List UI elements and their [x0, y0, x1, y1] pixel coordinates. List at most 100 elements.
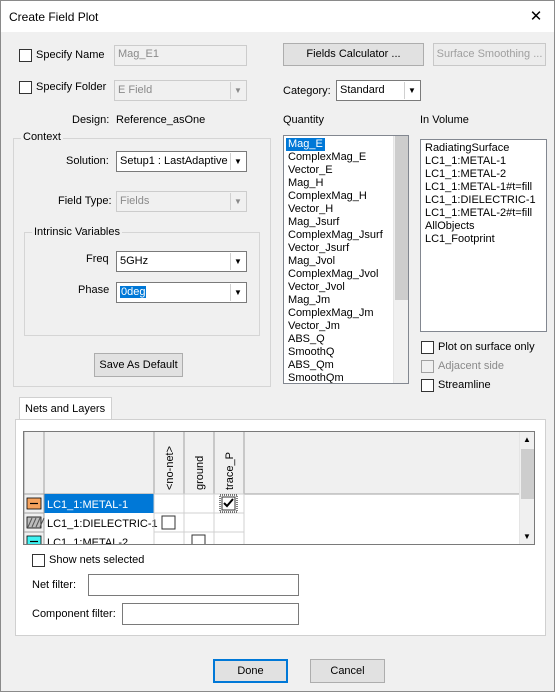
- grid-checkbox[interactable]: [191, 534, 206, 544]
- net-filter-label: Net filter:: [32, 579, 77, 591]
- close-icon[interactable]: ✕: [521, 4, 551, 30]
- nets-scrollbar[interactable]: ▲ ▼: [519, 432, 534, 544]
- nets-grid-canvas: <no-net> ground trace_P LC1_1:METAL-1 LC1_1:…: [24, 432, 520, 544]
- quantity-item[interactable]: Vector_H: [286, 203, 335, 216]
- grid-header-bg: [24, 432, 520, 494]
- quantity-item[interactable]: ComplexMag_Jm: [286, 307, 376, 320]
- scroll-down-icon[interactable]: ▼: [523, 532, 531, 541]
- quantity-item[interactable]: Mag_E: [286, 138, 325, 151]
- freq-label: Freq: [86, 253, 109, 265]
- adjacent-side-label: Adjacent side: [438, 360, 505, 372]
- specify-folder-checkbox[interactable]: [19, 81, 32, 94]
- done-button[interactable]: Done: [213, 659, 288, 683]
- solution-dropdown[interactable]: Setup1 : LastAdaptive ▼: [116, 151, 247, 172]
- surface-smoothing-button[interactable]: Surface Smoothing ...: [433, 43, 546, 66]
- plot-on-surface-label: Plot on surface only: [438, 341, 535, 353]
- folder-dropdown[interactable]: E Field ▼: [114, 80, 247, 101]
- nets-scroll-thumb[interactable]: [521, 449, 534, 499]
- quantity-item[interactable]: Vector_Jsurf: [286, 242, 351, 255]
- category-label: Category:: [283, 85, 331, 97]
- quantity-scroll-thumb[interactable]: [395, 136, 408, 300]
- quantity-item[interactable]: SmoothQm: [286, 372, 346, 383]
- in-volume-item[interactable]: RadiatingSurface: [423, 142, 511, 155]
- quantity-item[interactable]: ComplexMag_E: [286, 151, 368, 164]
- specify-name-label: Specify Name: [36, 49, 105, 61]
- in-volume-item[interactable]: LC1_1:METAL-2: [423, 168, 508, 181]
- grid-cell: [153, 493, 185, 514]
- in-volume-item[interactable]: LC1_1:DIELECTRIC-1: [423, 194, 538, 207]
- chevron-down-icon: ▼: [230, 82, 245, 99]
- quantity-item[interactable]: ABS_Q: [286, 333, 327, 346]
- design-value: Reference_asOne: [116, 114, 206, 126]
- quantity-item[interactable]: SmoothQ: [286, 346, 336, 359]
- in-volume-item[interactable]: AllObjects: [423, 220, 477, 233]
- quantity-item[interactable]: Mag_H: [286, 177, 325, 190]
- tab-nets-and-layers[interactable]: Nets and Layers: [19, 397, 112, 420]
- streamline-label: Streamline: [438, 379, 491, 391]
- net-filter-input[interactable]: [88, 574, 299, 596]
- grid-row-label[interactable]: LC1_1:METAL-2: [47, 537, 128, 544]
- intrinsic-variables-title: Intrinsic Variables: [32, 226, 122, 238]
- quantity-item[interactable]: Mag_Jvol: [286, 255, 337, 268]
- quantity-list[interactable]: Mag_E ComplexMag_E Vector_E Mag_H ComplexMag…: [283, 135, 409, 384]
- field-type-label: Field Type:: [58, 195, 112, 207]
- grid-cell: [213, 512, 245, 533]
- phase-dropdown[interactable]: 0deg ▼: [116, 282, 247, 303]
- save-as-default-button[interactable]: Save As Default: [94, 353, 183, 377]
- quantity-item[interactable]: Vector_Jm: [286, 320, 342, 333]
- quantity-item[interactable]: ComplexMag_Jsurf: [286, 229, 385, 242]
- in-volume-label: In Volume: [420, 114, 469, 126]
- solution-label: Solution:: [66, 155, 109, 167]
- streamline-checkbox[interactable]: [421, 379, 434, 392]
- dialog-title: Create Field Plot: [9, 10, 99, 24]
- quantity-item[interactable]: Vector_E: [286, 164, 335, 177]
- category-dropdown[interactable]: Standard ▼: [336, 80, 421, 101]
- in-volume-item[interactable]: LC1_1:METAL-1: [423, 155, 508, 168]
- field-type-dropdown[interactable]: Fields ▼: [116, 191, 247, 212]
- context-title: Context: [21, 131, 63, 143]
- grid-column-header: <no-net>: [164, 446, 176, 490]
- phase-label: Phase: [78, 284, 110, 296]
- quantity-item[interactable]: ABS_Qm: [286, 359, 336, 372]
- quantity-label: Quantity: [283, 114, 324, 126]
- name-field[interactable]: Mag_E1: [114, 45, 247, 66]
- quantity-item[interactable]: Mag_Jm: [286, 294, 332, 307]
- grid-row-label[interactable]: LC1_1:METAL-1: [47, 499, 128, 511]
- quantity-item[interactable]: ComplexMag_Jvol: [286, 268, 380, 281]
- freq-dropdown[interactable]: 5GHz ▼: [116, 251, 247, 272]
- in-volume-list[interactable]: RadiatingSurface LC1_1:METAL-1 LC1_1:METAL…: [420, 139, 547, 332]
- quantity-item[interactable]: ComplexMag_H: [286, 190, 369, 203]
- title-bar: Create Field Plot ✕: [1, 1, 554, 32]
- in-volume-item[interactable]: LC1_Footprint: [423, 233, 497, 246]
- scroll-up-icon[interactable]: ▲: [523, 435, 531, 444]
- chevron-down-icon: ▼: [404, 82, 419, 99]
- grid-checkbox[interactable]: [161, 515, 176, 530]
- chevron-down-icon: ▼: [230, 284, 245, 301]
- specify-folder-label: Specify Folder: [36, 81, 107, 93]
- adjacent-side-checkbox[interactable]: [421, 360, 434, 373]
- grid-cell: [183, 512, 215, 533]
- grid-cell: [213, 531, 245, 544]
- in-volume-item[interactable]: LC1_1:METAL-1#t=fill: [423, 181, 534, 194]
- nets-grid: <no-net> ground trace_P LC1_1:METAL-1 LC1_1:…: [23, 431, 535, 545]
- chevron-down-icon: ▼: [230, 153, 245, 170]
- plot-on-surface-checkbox[interactable]: [421, 341, 434, 354]
- in-volume-item[interactable]: LC1_1:METAL-2#t=fill: [423, 207, 534, 220]
- cancel-button[interactable]: Cancel: [310, 659, 385, 683]
- chevron-down-icon: ▼: [230, 253, 245, 270]
- layer-color-swatch: [26, 535, 42, 544]
- phase-value: 0deg: [120, 286, 147, 298]
- quantity-scrollbar[interactable]: [393, 136, 408, 383]
- component-filter-input[interactable]: [122, 603, 299, 625]
- quantity-item[interactable]: Mag_Jsurf: [286, 216, 341, 229]
- show-nets-selected-checkbox[interactable]: [32, 554, 45, 567]
- grid-cell: [183, 493, 215, 514]
- specify-name-checkbox[interactable]: [19, 49, 32, 62]
- design-label: Design:: [72, 114, 110, 126]
- grid-column-header: ground: [194, 456, 206, 490]
- quantity-item[interactable]: Vector_Jvol: [286, 281, 347, 294]
- component-filter-label: Component filter:: [32, 608, 116, 620]
- grid-row-label[interactable]: LC1_1:DIELECTRIC-1: [47, 518, 158, 530]
- grid-column-header: trace_P: [224, 452, 236, 490]
- fields-calculator-button[interactable]: Fields Calculator ...: [283, 43, 424, 66]
